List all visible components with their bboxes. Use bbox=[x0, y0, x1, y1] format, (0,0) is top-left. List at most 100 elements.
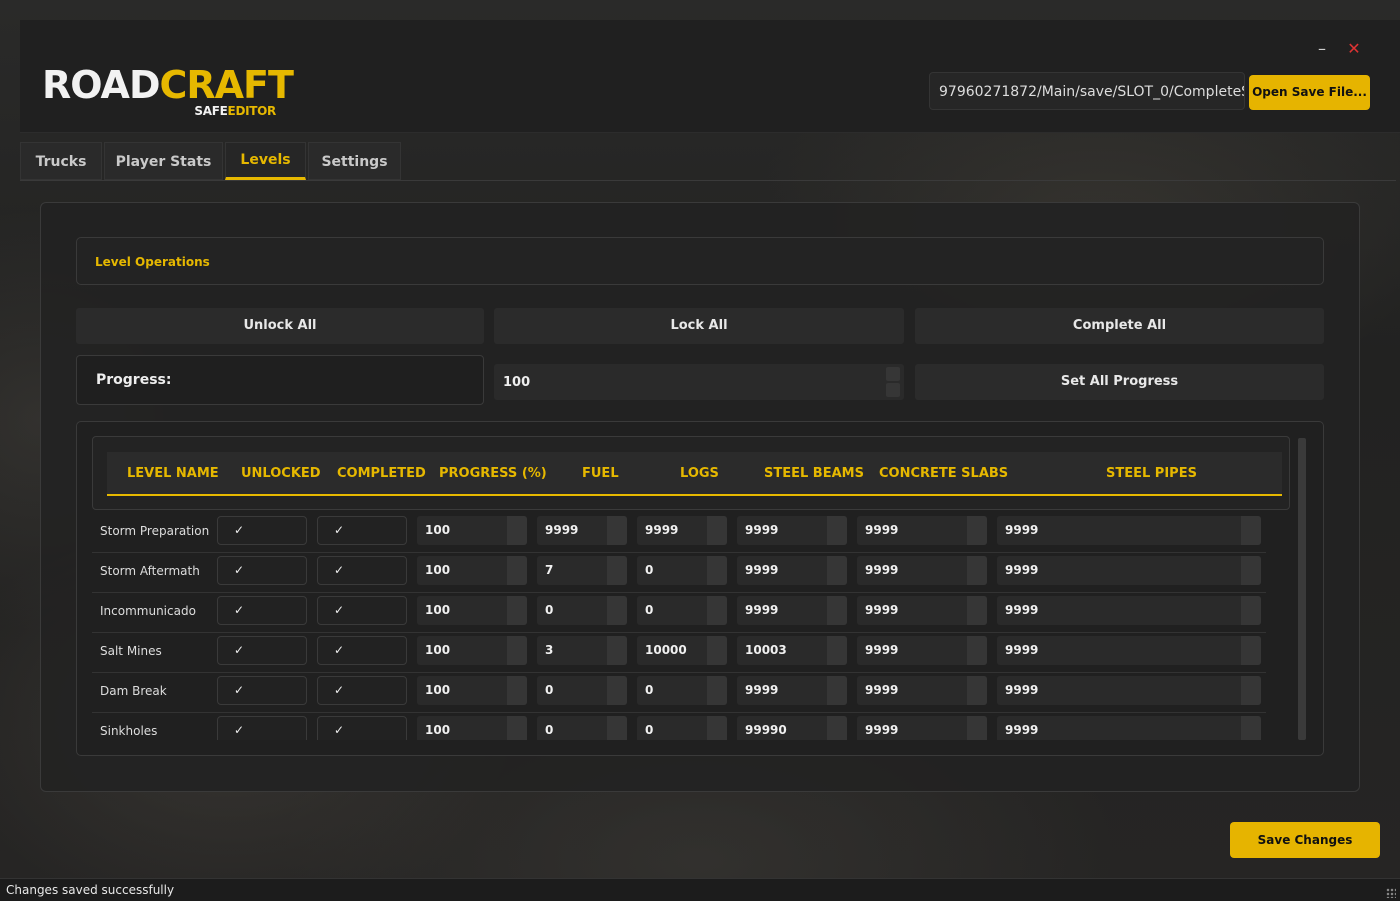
completed-checkbox[interactable]: ✓ bbox=[317, 716, 407, 740]
progress-input[interactable]: 100 bbox=[417, 596, 527, 625]
progress-input-value[interactable]: 100 bbox=[425, 723, 450, 737]
logs-input-value[interactable]: 10000 bbox=[645, 643, 687, 657]
spin-buttons-icon[interactable] bbox=[707, 636, 727, 665]
unlocked-checkbox[interactable]: ✓ bbox=[217, 516, 307, 545]
steel-beams-input-value[interactable]: 9999 bbox=[745, 683, 778, 697]
spin-buttons-icon[interactable] bbox=[707, 716, 727, 740]
spin-buttons-icon[interactable] bbox=[707, 596, 727, 625]
steel-beams-input-value[interactable]: 9999 bbox=[745, 563, 778, 577]
spin-buttons-icon[interactable] bbox=[827, 636, 847, 665]
spin-buttons-icon[interactable] bbox=[707, 676, 727, 705]
fuel-input-value[interactable]: 0 bbox=[545, 723, 553, 737]
progress-input-value[interactable]: 100 bbox=[425, 523, 450, 537]
progress-input[interactable]: 100 bbox=[417, 676, 527, 705]
fuel-input[interactable]: 0 bbox=[537, 596, 627, 625]
spin-buttons-icon[interactable] bbox=[507, 676, 527, 705]
progress-input-value[interactable]: 100 bbox=[425, 683, 450, 697]
complete-all-button[interactable]: Complete All bbox=[915, 308, 1324, 344]
spin-buttons-icon[interactable] bbox=[607, 516, 627, 545]
logs-input[interactable]: 0 bbox=[637, 556, 727, 585]
spin-buttons-icon[interactable] bbox=[827, 716, 847, 740]
spin-buttons-icon[interactable] bbox=[827, 516, 847, 545]
spin-down-icon[interactable] bbox=[886, 383, 900, 397]
steel-beams-input[interactable]: 99990 bbox=[737, 716, 847, 740]
spin-buttons-icon[interactable] bbox=[707, 516, 727, 545]
spin-buttons-icon[interactable] bbox=[607, 716, 627, 740]
save-changes-button[interactable]: Save Changes bbox=[1230, 822, 1380, 858]
logs-input-value[interactable]: 0 bbox=[645, 723, 653, 737]
spin-buttons-icon[interactable] bbox=[967, 716, 987, 740]
steel-beams-input[interactable]: 9999 bbox=[737, 516, 847, 545]
steel-beams-input-value[interactable]: 99990 bbox=[745, 723, 787, 737]
steel-pipes-input[interactable]: 9999 bbox=[997, 636, 1261, 665]
spin-buttons-icon[interactable] bbox=[707, 556, 727, 585]
concrete-slabs-input[interactable]: 9999 bbox=[857, 516, 987, 545]
progress-input[interactable]: 100 bbox=[417, 516, 527, 545]
progress-input[interactable]: 100 bbox=[417, 716, 527, 740]
logs-input[interactable]: 0 bbox=[637, 596, 727, 625]
tab-player-stats[interactable]: Player Stats bbox=[104, 142, 223, 180]
steel-beams-input[interactable]: 9999 bbox=[737, 676, 847, 705]
spin-buttons-icon[interactable] bbox=[827, 596, 847, 625]
spin-buttons-icon[interactable] bbox=[967, 676, 987, 705]
concrete-slabs-input[interactable]: 9999 bbox=[857, 636, 987, 665]
logs-input[interactable]: 0 bbox=[637, 676, 727, 705]
logs-input[interactable]: 9999 bbox=[637, 516, 727, 545]
steel-pipes-input[interactable]: 9999 bbox=[997, 716, 1261, 740]
concrete-slabs-input[interactable]: 9999 bbox=[857, 716, 987, 740]
tab-levels[interactable]: Levels bbox=[225, 142, 306, 180]
steel-beams-input-value[interactable]: 9999 bbox=[745, 523, 778, 537]
lock-all-button[interactable]: Lock All bbox=[494, 308, 904, 344]
logs-input[interactable]: 0 bbox=[637, 716, 727, 740]
spin-buttons-icon[interactable] bbox=[967, 636, 987, 665]
steel-pipes-input[interactable]: 9999 bbox=[997, 596, 1261, 625]
steel-beams-input[interactable]: 10003 bbox=[737, 636, 847, 665]
steel-pipes-input[interactable]: 9999 bbox=[997, 516, 1261, 545]
logs-input-value[interactable]: 9999 bbox=[645, 523, 678, 537]
unlock-all-button[interactable]: Unlock All bbox=[76, 308, 484, 344]
spin-buttons-icon[interactable] bbox=[607, 556, 627, 585]
spin-buttons-icon[interactable] bbox=[827, 556, 847, 585]
steel-pipes-input-value[interactable]: 9999 bbox=[1005, 723, 1038, 737]
fuel-input-value[interactable]: 3 bbox=[545, 643, 553, 657]
unlocked-checkbox[interactable]: ✓ bbox=[217, 716, 307, 740]
spin-buttons-icon[interactable] bbox=[607, 636, 627, 665]
concrete-slabs-input-value[interactable]: 9999 bbox=[865, 523, 898, 537]
logs-input[interactable]: 10000 bbox=[637, 636, 727, 665]
steel-beams-input[interactable]: 9999 bbox=[737, 596, 847, 625]
spin-buttons-icon[interactable] bbox=[1241, 636, 1261, 665]
fuel-input-value[interactable]: 0 bbox=[545, 683, 553, 697]
completed-checkbox[interactable]: ✓ bbox=[317, 556, 407, 585]
progress-spinbox[interactable]: 100 bbox=[494, 364, 904, 400]
fuel-input[interactable]: 3 bbox=[537, 636, 627, 665]
completed-checkbox[interactable]: ✓ bbox=[317, 636, 407, 665]
spin-buttons-icon[interactable] bbox=[507, 716, 527, 740]
table-scrollbar[interactable] bbox=[1298, 438, 1306, 740]
fuel-input[interactable]: 9999 bbox=[537, 516, 627, 545]
spin-buttons-icon[interactable] bbox=[607, 676, 627, 705]
unlocked-checkbox[interactable]: ✓ bbox=[217, 636, 307, 665]
progress-input[interactable]: 100 bbox=[417, 636, 527, 665]
steel-pipes-input[interactable]: 9999 bbox=[997, 556, 1261, 585]
concrete-slabs-input[interactable]: 9999 bbox=[857, 676, 987, 705]
steel-beams-input-value[interactable]: 10003 bbox=[745, 643, 787, 657]
spin-up-icon[interactable] bbox=[886, 367, 900, 381]
spin-buttons-icon[interactable] bbox=[967, 596, 987, 625]
progress-input-value[interactable]: 100 bbox=[425, 603, 450, 617]
logs-input-value[interactable]: 0 bbox=[645, 563, 653, 577]
steel-pipes-input-value[interactable]: 9999 bbox=[1005, 603, 1038, 617]
set-all-progress-button[interactable]: Set All Progress bbox=[915, 364, 1324, 400]
steel-pipes-input-value[interactable]: 9999 bbox=[1005, 683, 1038, 697]
open-save-file-button[interactable]: Open Save File... bbox=[1249, 75, 1370, 110]
concrete-slabs-input[interactable]: 9999 bbox=[857, 556, 987, 585]
minimize-button[interactable]: – bbox=[1312, 40, 1332, 58]
logs-input-value[interactable]: 0 bbox=[645, 683, 653, 697]
spin-buttons-icon[interactable] bbox=[967, 516, 987, 545]
concrete-slabs-input-value[interactable]: 9999 bbox=[865, 723, 898, 737]
spin-buttons-icon[interactable] bbox=[1241, 556, 1261, 585]
spin-buttons-icon[interactable] bbox=[1241, 516, 1261, 545]
fuel-input-value[interactable]: 7 bbox=[545, 563, 553, 577]
logs-input-value[interactable]: 0 bbox=[645, 603, 653, 617]
fuel-input[interactable]: 0 bbox=[537, 676, 627, 705]
completed-checkbox[interactable]: ✓ bbox=[317, 516, 407, 545]
